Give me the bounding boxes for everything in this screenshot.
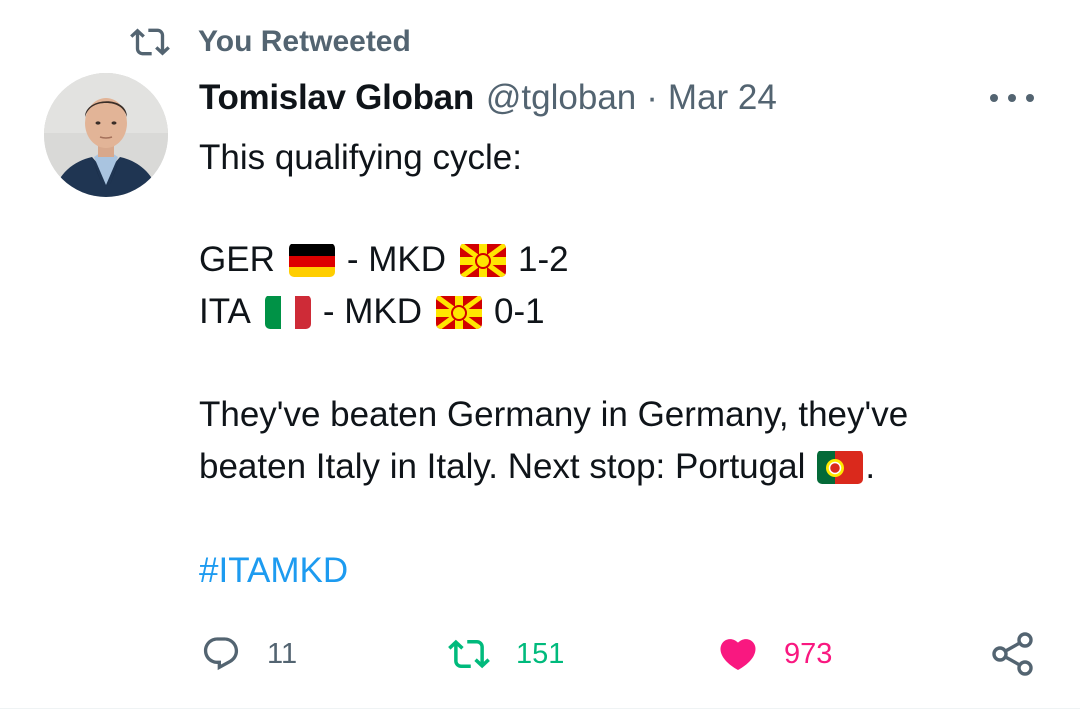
tweet-header: Tomislav Globan @tgloban · Mar 24 [199, 76, 777, 120]
more-dot [990, 94, 998, 102]
match2-home: ITA [199, 292, 251, 331]
match2-separator: - MKD [322, 292, 423, 331]
retweet-context: You Retweeted [128, 22, 411, 62]
tweet[interactable]: You Retweeted Tomislav Globan @tgloban ·… [0, 0, 1080, 719]
tweet-text-line: beaten Italy in Italy. Next stop: Portug… [199, 443, 875, 491]
more-dot [1026, 94, 1034, 102]
divider [0, 708, 1080, 709]
match2-score: 0-1 [494, 292, 545, 331]
tweet-text-line: This qualifying cycle: [199, 134, 522, 182]
like-button[interactable]: 973 [716, 632, 832, 676]
retweet-count: 151 [516, 637, 565, 670]
hashtag-link[interactable]: #ITAMKD [199, 547, 348, 595]
match1-separator: - MKD [346, 240, 447, 279]
avatar-photo [44, 73, 168, 197]
reply-button[interactable]: 11 [201, 632, 297, 676]
more-dot [1008, 94, 1016, 102]
author-handle[interactable]: @tgloban [486, 78, 636, 118]
header-separator: · [646, 78, 658, 117]
germany-flag [288, 243, 335, 277]
tweet-line-3: beaten Italy in Italy. Next stop: Portug… [199, 447, 806, 486]
retweet-button[interactable]: 151 [446, 632, 564, 676]
heart-icon [720, 639, 756, 671]
share-button[interactable] [990, 632, 1036, 676]
tweet-text-line: They've beaten Germany in Germany, they'… [199, 391, 908, 439]
match1-home: GER [199, 240, 275, 279]
north-macedonia-flag [436, 295, 483, 329]
match-line-1: GER - MKD 1-2 [199, 236, 569, 284]
tweet-line-1: This qualifying cycle: [199, 138, 522, 177]
tweet-line-2: They've beaten Germany in Germany, they'… [199, 395, 909, 434]
tweet-line-3-end: . [865, 447, 876, 486]
reply-count: 11 [267, 637, 298, 670]
retweet-icon [448, 639, 490, 669]
tweet-actions: 11 151 973 [0, 632, 1080, 676]
reply-icon [203, 637, 239, 671]
like-count: 973 [784, 637, 833, 670]
share-icon [992, 632, 1033, 676]
retweet-icon [130, 28, 170, 56]
north-macedonia-flag [460, 243, 507, 277]
match-line-2: ITA - MKD 0-1 [199, 288, 545, 336]
author-name[interactable]: Tomislav Globan [199, 78, 474, 118]
retweet-context-label: You Retweeted [198, 25, 411, 58]
more-options-button[interactable] [990, 84, 1034, 112]
portugal-flag [817, 450, 864, 484]
tweet-date[interactable]: Mar 24 [668, 78, 777, 118]
match1-score: 1-2 [518, 240, 569, 279]
avatar[interactable] [44, 73, 168, 197]
italy-flag [264, 295, 311, 329]
